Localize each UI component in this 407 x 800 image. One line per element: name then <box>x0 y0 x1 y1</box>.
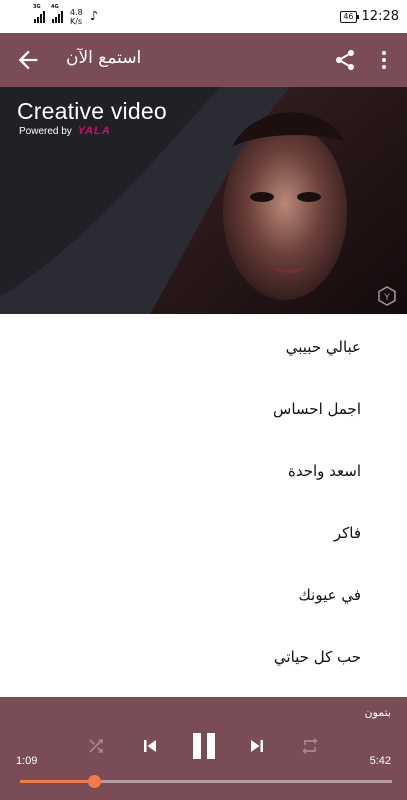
song-title: اسعد واحدة <box>287 462 361 480</box>
music-player: بتمون 1:09 5:42 <box>0 697 407 800</box>
status-right: 46 12:28 <box>340 9 399 24</box>
repeat-button[interactable] <box>300 736 320 756</box>
elapsed-time: 1:09 <box>16 755 38 767</box>
song-title: عبالي حبيبي <box>285 338 361 356</box>
video-banner[interactable]: Creative video Powered by YALA Y <box>0 87 407 314</box>
total-time: 5:42 <box>369 755 391 767</box>
status-bar: 3G 4G 4.8 K/s ♪ 46 12:28 <box>0 0 407 33</box>
arrow-left-icon <box>18 50 38 70</box>
seek-thumb[interactable] <box>88 775 102 788</box>
share-button[interactable] <box>333 47 357 73</box>
repeat-icon <box>302 737 318 755</box>
network-speed: 4.8 K/s <box>70 8 83 26</box>
next-button[interactable] <box>245 734 269 758</box>
badge-letter: Y <box>383 293 390 303</box>
shuffle-icon <box>89 739 103 753</box>
brand-logo: YALA <box>77 125 111 137</box>
previous-icon <box>144 740 156 752</box>
yala-badge-icon: Y <box>378 286 396 306</box>
song-title: اجمل احساس <box>273 400 361 418</box>
song-title: فاكر <box>333 524 361 542</box>
seek-bar[interactable] <box>20 775 392 788</box>
network-type-2: 4G <box>51 4 59 10</box>
back-button[interactable] <box>14 46 42 74</box>
status-time: 12:28 <box>361 9 399 24</box>
network-type-1: 3G <box>33 4 41 10</box>
song-item[interactable]: فاكر <box>0 503 407 565</box>
battery-level: 46 <box>343 11 354 21</box>
page-title: استمع الآن <box>66 48 142 68</box>
song-item[interactable]: عبالي حبيبي <box>0 317 407 379</box>
app-bar: استمع الآن <box>0 33 407 87</box>
next-icon <box>251 740 263 752</box>
more-vert-icon <box>382 51 386 69</box>
song-item[interactable]: اسعد واحدة <box>0 441 407 503</box>
speed-unit: K/s <box>70 16 83 26</box>
pause-icon <box>193 733 215 759</box>
status-left: 3G 4G 4.8 K/s ♪ <box>33 4 99 26</box>
song-item[interactable]: اجمل احساس <box>0 379 407 441</box>
pause-button[interactable] <box>188 730 220 762</box>
signal-icon-2: 4G <box>51 4 63 23</box>
battery-icon: 46 <box>340 10 359 23</box>
song-title: في عيونك <box>298 586 361 604</box>
song-item[interactable]: حب كل حياتي <box>0 627 407 689</box>
seek-progress <box>20 780 95 783</box>
previous-button[interactable] <box>138 734 162 758</box>
song-item[interactable]: في عيونك <box>0 565 407 627</box>
share-icon <box>336 50 354 70</box>
more-options-button[interactable] <box>377 49 391 71</box>
banner-powered-by: Powered by YALA <box>19 125 111 137</box>
song-title: حب كل حياتي <box>273 648 361 666</box>
music-note-icon: ♪ <box>89 9 99 24</box>
song-list: عبالي حبيبي اجمل احساس اسعد واحدة فاكر ف… <box>0 314 407 697</box>
powered-by-label: Powered by <box>19 126 72 137</box>
speed-value: 4.8 <box>70 7 83 17</box>
signal-icon: 3G <box>33 4 45 23</box>
banner-title: Creative video <box>17 98 167 124</box>
now-playing-title: بتمون <box>364 706 391 719</box>
shuffle-button[interactable] <box>86 736 106 756</box>
